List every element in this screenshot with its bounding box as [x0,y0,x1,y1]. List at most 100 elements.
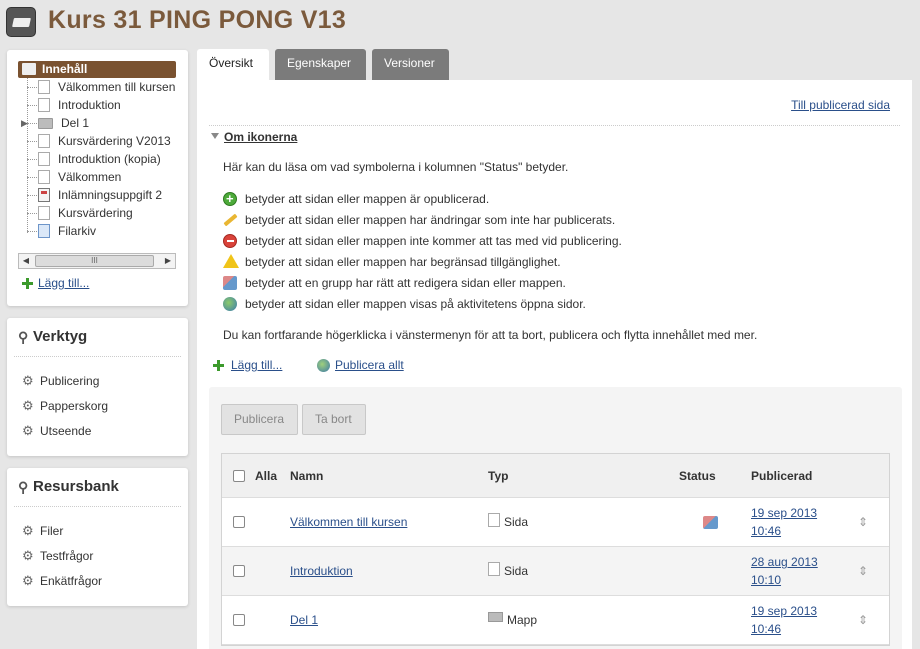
tree-item[interactable]: Introduktion (kopia) [27,150,179,168]
wrench-icon: ⚲ [18,479,29,495]
tab-oversikt[interactable]: Översikt [197,49,269,81]
tree-item[interactable]: Inlämningsuppgift 2 [27,186,179,204]
row-checkbox[interactable] [233,614,245,626]
verktyg-heading: ⚲ Verktyg [18,328,87,345]
tool-utseende[interactable]: ⚙ Utseende [22,423,91,439]
scroll-left-icon[interactable]: ◀ [19,254,33,268]
gear-icon: ⚙ [22,523,34,538]
tree-item[interactable]: Filarkiv [27,222,179,240]
tree-root-innehall[interactable]: Innehåll [18,61,176,78]
to-published-link[interactable]: Till publicerad sida [791,98,890,112]
edited-icon [223,213,238,227]
legend-item: betyder att sidan eller mappen har begrä… [223,253,561,271]
resource-filer[interactable]: ⚙ Filer [22,523,63,539]
tab-versioner[interactable]: Versioner [372,49,449,80]
page-icon [38,152,50,166]
divider [14,506,181,507]
tool-papperskorg[interactable]: ⚙ Papperskorg [22,398,108,414]
drag-handle-icon[interactable]: ⇕ [858,498,868,546]
page-title: Kurs 31 PING PONG V13 [48,6,347,34]
tool-label: Utseende [40,424,92,438]
tree-item[interactable]: Kursvärdering V2013 [27,132,179,150]
resource-label: Filer [40,524,64,538]
main-add-label[interactable]: Lägg till... [231,358,282,372]
drag-handle-icon[interactable]: ⇕ [858,547,868,595]
scroll-thumb[interactable]: III [35,255,154,267]
unpublished-icon [223,190,237,208]
main-add-link[interactable]: Lägg till... [213,358,282,372]
legend-item: betyder att sidan eller mappen har ändri… [223,211,615,229]
row-name-link[interactable]: Välkommen till kursen [290,515,407,529]
publish-all-label[interactable]: Publicera allt [335,358,404,372]
tree-item[interactable]: Välkommen till kursen [27,78,179,96]
row-published-link[interactable]: 19 sep 2013 10:46 [751,602,817,638]
divider [209,125,900,126]
main-content: Till publicerad sida Om ikonerna Här kan… [197,80,912,649]
content-list-box: Publicera Ta bort Alla Namn Typ Status P… [209,387,902,649]
om-footer: Du kan fortfarande högerklicka i vänster… [223,328,758,342]
col-namn[interactable]: Namn [290,454,323,497]
tree-item[interactable]: Kursvärdering [27,204,179,222]
row-name-link[interactable]: Introduktion [290,564,353,578]
group-icon [703,515,718,529]
divider [14,356,181,357]
file-archive-icon [38,224,50,238]
tree-item[interactable]: Introduktion [27,96,179,114]
legend-text: betyder att sidan eller mappen har begrä… [245,255,561,269]
col-alla: Alla [255,468,278,483]
row-checkbox[interactable] [233,565,245,577]
folder-icon [488,612,503,622]
legend-text: betyder att en grupp har rätt att redige… [245,276,566,290]
tree-item[interactable]: ▶ Del 1 [21,114,179,132]
table-header: Alla Namn Typ Status Publicerad [222,454,889,498]
tree-add-link[interactable]: Lägg till... [22,276,89,290]
survey-icon [38,206,50,220]
tree-item-label: Introduktion (kopia) [58,152,161,166]
col-publicerad[interactable]: Publicerad [751,454,812,497]
tool-publicering[interactable]: ⚙ Publicering [22,373,99,389]
restricted-icon [223,254,239,268]
resource-testfragor[interactable]: ⚙ Testfrågor [22,548,93,564]
row-published-link[interactable]: 28 aug 2013 10:10 [751,553,818,589]
gear-icon: ⚙ [22,573,34,588]
om-ikonerna-toggle[interactable]: Om ikonerna [211,130,297,144]
resource-label: Testfrågor [40,549,94,563]
table-row: Del 1 Mapp 19 sep 2013 10:46 ⇕ [222,596,889,645]
row-published-link[interactable]: 19 sep 2013 10:46 [751,504,817,540]
row-name-link[interactable]: Del 1 [290,613,318,627]
tree-item-label: Kursvärdering [58,206,133,220]
page-icon [488,562,500,576]
tree-add-label[interactable]: Lägg till... [38,276,89,290]
tab-egenskaper[interactable]: Egenskaper [275,49,366,80]
resource-enkatfragor[interactable]: ⚙ Enkätfrågor [22,573,102,589]
legend-item: betyder att sidan eller mappen visas på … [223,295,586,313]
resursbank-panel: ⚲ Resursbank ⚙ Filer ⚙ Testfrågor ⚙ Enkätfrå… [7,468,188,606]
row-type: Mapp [507,613,538,627]
survey-icon [38,134,50,148]
scroll-right-icon[interactable]: ▶ [161,254,175,268]
legend-item: betyder att sidan eller mappen inte komm… [223,232,622,250]
page-icon [38,170,50,184]
verktyg-title: Verktyg [33,328,88,345]
om-description: Här kan du läsa om vad symbolerna i kolu… [223,160,569,174]
tree-root-label: Innehåll [42,62,88,76]
tree-item-label: Kursvärdering V2013 [58,134,171,148]
col-typ[interactable]: Typ [488,454,508,497]
row-checkbox[interactable] [233,516,245,528]
legend-text: betyder att sidan eller mappen är opubli… [245,192,490,206]
gear-icon: ⚙ [22,398,34,413]
select-all-checkbox[interactable] [233,469,245,482]
excluded-icon [223,234,237,248]
page-icon [38,98,50,112]
tree-item[interactable]: Välkommen [27,168,179,186]
row-type: Sida [504,564,529,578]
drag-handle-icon[interactable]: ⇕ [858,596,868,644]
delete-button[interactable]: Ta bort [302,404,366,435]
page-icon [38,80,50,94]
col-status[interactable]: Status [679,454,716,497]
publish-button[interactable]: Publicera [221,404,298,435]
tool-label: Publicering [40,374,100,388]
publish-all-link[interactable]: Publicera allt [317,358,404,372]
tree-horizontal-scrollbar[interactable]: ◀ III ▶ [18,253,176,269]
publish-all-icon [317,358,330,372]
